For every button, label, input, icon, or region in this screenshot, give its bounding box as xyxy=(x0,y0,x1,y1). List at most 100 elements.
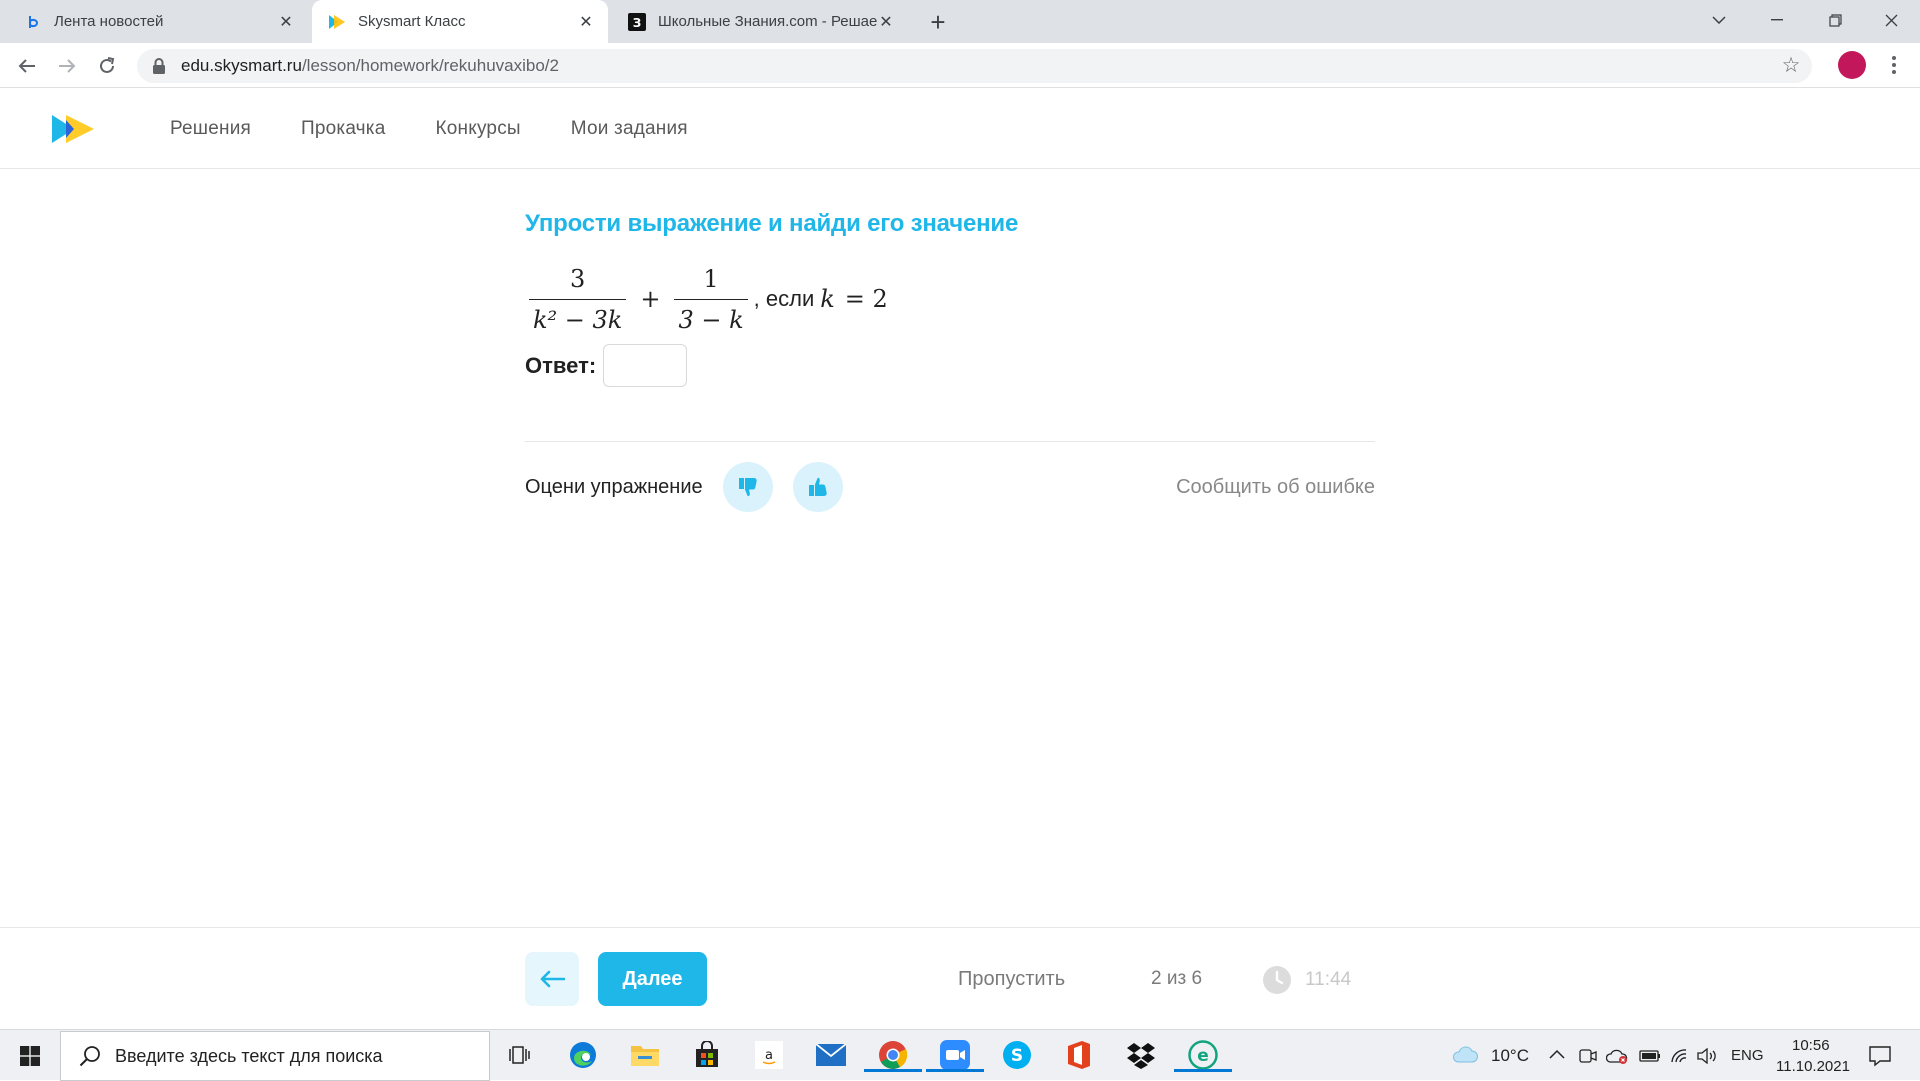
active-app-indicator xyxy=(1174,1069,1232,1072)
thumbs-up-button[interactable] xyxy=(792,462,843,512)
new-tab-button[interactable]: + xyxy=(922,6,954,38)
taskbar-search-input[interactable]: Введите здесь текст для поиска xyxy=(60,1031,490,1081)
close-window-button[interactable] xyxy=(1862,0,1920,40)
fraction-1: 3 k² − 3k xyxy=(529,264,627,334)
skip-button[interactable]: Пропустить xyxy=(958,968,1065,991)
profile-avatar[interactable] xyxy=(1838,51,1866,79)
tab-title: Лента новостей xyxy=(54,13,164,30)
thumbs-down-button[interactable] xyxy=(722,462,773,512)
report-error-link[interactable]: Сообщить об ошибке xyxy=(1176,476,1375,499)
exercise-card: Упрости выражение и найди его значение 3… xyxy=(525,210,1375,512)
znania-favicon-icon: З xyxy=(628,12,646,31)
input-language[interactable]: ENG xyxy=(1731,1047,1764,1064)
forward-arrow-icon[interactable] xyxy=(50,49,84,83)
site-header: Решения Прокачка Конкурсы Мои задания xyxy=(0,88,1920,169)
nav-contests[interactable]: Конкурсы xyxy=(435,118,520,140)
minimize-button[interactable] xyxy=(1748,0,1806,40)
bookmark-star-icon[interactable]: ☆ xyxy=(1780,55,1802,77)
fraction-denominator: 3 − k xyxy=(674,298,748,334)
tab-skysmart[interactable]: Skysmart Класс ✕ xyxy=(312,0,608,43)
onedrive-error-icon[interactable] xyxy=(1606,1048,1628,1064)
windows-start-icon[interactable] xyxy=(10,1040,50,1072)
reload-icon[interactable] xyxy=(90,49,124,83)
mail-icon[interactable] xyxy=(814,1038,848,1072)
chevron-up-icon[interactable] xyxy=(1549,1049,1565,1059)
exercise-footer: Далее Пропустить 2 из 6 11:44 xyxy=(0,927,1920,1029)
url-path: /lesson/homework/rekuhuvaxibo/2 xyxy=(301,56,559,75)
tab-news-feed[interactable]: Лента новостей ✕ xyxy=(8,0,308,43)
browser-menu-icon[interactable] xyxy=(1880,50,1908,80)
clock-icon xyxy=(1263,966,1291,994)
condition-variable: k xyxy=(820,285,835,313)
skysmart-logo-icon[interactable] xyxy=(52,113,94,145)
clock-date[interactable]: 11.10.2021 xyxy=(1776,1058,1850,1075)
notifications-icon[interactable] xyxy=(1868,1045,1892,1067)
skysmart-favicon-icon xyxy=(328,13,346,31)
fraction-denominator: k² − 3k xyxy=(529,298,627,334)
condition-value: = 2 xyxy=(844,285,888,313)
answer-input[interactable] xyxy=(603,344,688,387)
meet-now-icon[interactable] xyxy=(1579,1048,1597,1064)
skype-icon[interactable]: S xyxy=(1000,1038,1034,1072)
svg-text:З: З xyxy=(633,16,642,30)
svg-text:e: e xyxy=(1197,1046,1209,1066)
battery-icon[interactable] xyxy=(1639,1048,1661,1064)
divider xyxy=(525,441,1375,442)
plus-sign: + xyxy=(640,285,661,313)
previous-button[interactable] xyxy=(525,952,579,1006)
restore-button[interactable] xyxy=(1806,0,1864,40)
zoom-icon[interactable] xyxy=(926,1038,984,1072)
exercise-title: Упрости выражение и найди его значение xyxy=(525,210,1019,237)
close-icon[interactable]: ✕ xyxy=(576,12,596,32)
fraction-numerator: 1 xyxy=(703,264,719,293)
chrome-icon[interactable] xyxy=(864,1038,922,1072)
microsoft-store-icon[interactable] xyxy=(690,1038,724,1072)
volume-icon[interactable] xyxy=(1697,1048,1719,1064)
fraction-numerator: 3 xyxy=(570,264,586,293)
nav-my-tasks[interactable]: Мои задания xyxy=(571,118,688,140)
fraction-2: 1 3 − k xyxy=(674,264,748,334)
windows-taskbar: Введите здесь текст для поиска a S e 10°… xyxy=(0,1029,1920,1081)
search-icon xyxy=(79,1046,100,1067)
edge-legacy-icon[interactable]: e xyxy=(1174,1038,1232,1072)
weather-cloud-icon[interactable] xyxy=(1452,1045,1478,1063)
tab-title: Школьные Знания.com - Решае xyxy=(658,13,878,30)
close-icon[interactable]: ✕ xyxy=(876,12,896,32)
wifi-icon[interactable] xyxy=(1670,1048,1688,1064)
dropbox-icon[interactable] xyxy=(1124,1038,1158,1072)
thumbs-down-icon xyxy=(738,478,757,497)
taskbar-search-placeholder: Введите здесь текст для поиска xyxy=(115,1045,383,1066)
tab-search-chevron-icon[interactable] xyxy=(1690,0,1748,40)
tab-title: Skysmart Класс xyxy=(358,13,466,30)
arrow-left-icon xyxy=(540,970,565,988)
task-view-icon[interactable] xyxy=(503,1038,537,1072)
svg-text:S: S xyxy=(1011,1046,1023,1066)
nav-training[interactable]: Прокачка xyxy=(301,118,385,140)
news-feed-favicon-icon xyxy=(24,13,42,31)
next-button[interactable]: Далее xyxy=(598,952,707,1006)
nav-solutions[interactable]: Решения xyxy=(170,118,251,140)
url-field[interactable]: edu.skysmart.ru/lesson/homework/rekuhuva… xyxy=(137,49,1812,83)
address-toolbar: edu.skysmart.ru/lesson/homework/rekuhuva… xyxy=(0,43,1920,88)
close-icon[interactable]: ✕ xyxy=(276,12,296,32)
amazon-icon[interactable]: a xyxy=(752,1038,786,1072)
progress-counter: 2 из 6 xyxy=(1151,968,1203,989)
clock-time[interactable]: 10:56 xyxy=(1792,1037,1830,1054)
browser-tab-bar: Лента новостей ✕ Skysmart Класс ✕ З Школ… xyxy=(0,0,1920,43)
rating-row: Оцени упражнение Сообщить об ошибке xyxy=(525,462,1375,512)
active-app-indicator xyxy=(864,1069,922,1072)
file-explorer-icon[interactable] xyxy=(628,1038,662,1072)
tab-znania[interactable]: З Школьные Знания.com - Решае ✕ xyxy=(612,0,908,43)
office-icon[interactable] xyxy=(1062,1038,1096,1072)
edge-browser-icon[interactable] xyxy=(566,1038,600,1072)
rate-label: Оцени упражнение xyxy=(525,475,703,498)
active-app-indicator xyxy=(926,1069,984,1072)
lock-icon xyxy=(153,58,165,74)
back-arrow-icon[interactable] xyxy=(10,49,44,83)
answer-row: Ответ: xyxy=(525,344,1375,387)
svg-text:a: a xyxy=(765,1048,773,1063)
weather-temperature[interactable]: 10°C xyxy=(1491,1046,1529,1066)
thumbs-up-icon xyxy=(808,477,827,496)
timer: 11:44 xyxy=(1305,969,1352,990)
answer-label: Ответ: xyxy=(525,352,597,378)
